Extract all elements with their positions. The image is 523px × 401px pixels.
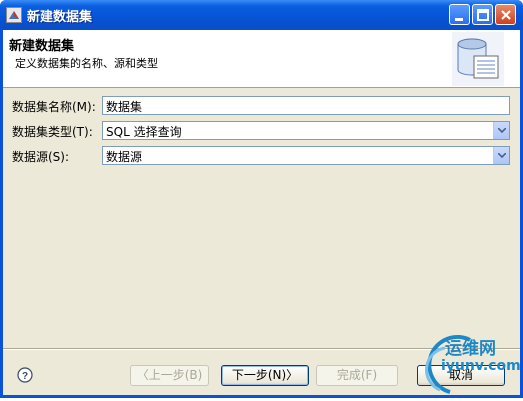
data-source-value: 数据源 xyxy=(106,150,143,164)
close-button[interactable] xyxy=(495,4,516,25)
svg-text:?: ? xyxy=(22,371,28,382)
dataset-type-value: SQL 选择查询 xyxy=(106,125,182,139)
dataset-type-label: 数据集类型(T): xyxy=(12,125,93,139)
chevron-down-icon[interactable] xyxy=(493,122,509,139)
site-watermark: 运维网 iyunv.com xyxy=(410,320,523,398)
data-source-label: 数据源(S): xyxy=(12,150,70,164)
app-icon xyxy=(6,7,22,23)
title-bar[interactable]: 新建数据集 xyxy=(0,0,523,30)
maximize-button[interactable] xyxy=(472,4,493,25)
dataset-type-select[interactable]: SQL 选择查询 xyxy=(102,121,510,140)
next-button[interactable]: 下一步(N)〉 xyxy=(221,365,309,386)
finish-button[interactable]: 完成(F) xyxy=(316,365,398,386)
watermark-line2: iyunv.com xyxy=(441,358,521,374)
data-source-select[interactable]: 数据源 xyxy=(102,146,510,165)
help-icon[interactable]: ? xyxy=(17,367,33,383)
chevron-down-icon[interactable] xyxy=(493,147,509,164)
database-icon xyxy=(452,32,504,86)
dataset-name-label: 数据集名称(M): xyxy=(12,100,96,114)
watermark-line1: 运维网 xyxy=(445,339,496,359)
window-title: 新建数据集 xyxy=(27,10,93,25)
banner-description: 定义数据集的名称、源和类型 xyxy=(15,57,158,70)
minimize-button[interactable] xyxy=(449,4,470,25)
back-button[interactable]: 〈上一步(B) xyxy=(130,365,209,386)
dataset-name-input[interactable]: 数据集 xyxy=(102,96,510,115)
wizard-banner: 新建数据集 定义数据集的名称、源和类型 xyxy=(3,30,520,88)
banner-title: 新建数据集 xyxy=(9,39,75,54)
